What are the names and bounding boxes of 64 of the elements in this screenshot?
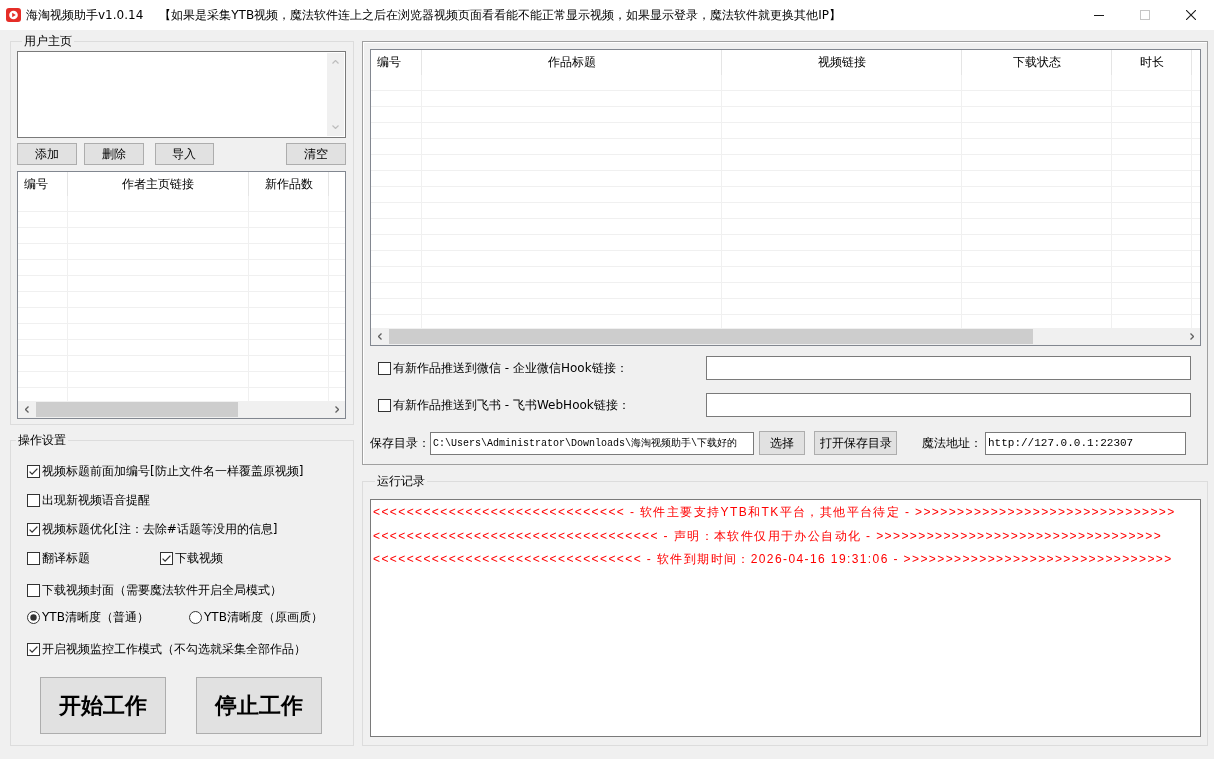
column-header[interactable]: 作品标题 (422, 50, 722, 75)
browse-button[interactable]: 选择 (759, 431, 805, 455)
clear-button[interactable]: 清空 (286, 143, 346, 165)
chevron-left-icon[interactable] (377, 333, 382, 340)
checkbox[interactable] (160, 551, 173, 565)
log-line: <<<<<<<<<<<<<<<<<<<<<<<<<<<<<< - 软件主要支持YTB和TK平台，其他平台待定 - >>>>>>>>>>>>>>>>>>>>>>>>>>>>>>> (373, 504, 1176, 521)
log-line: <<<<<<<<<<<<<<<<<<<<<<<<<<<<<<<< - 软件到期时间：2026-04-16 19:31:06 - >>>>>>>>>>>>>>>>>>>>>>>>>>>>>>>> (373, 551, 1173, 568)
stop-button[interactable]: 停止工作 (196, 677, 322, 734)
field-label: 魔法地址： (922, 434, 982, 452)
minimize-icon[interactable] (1094, 14, 1104, 16)
checkbox-label: 翻译标题 (42, 550, 90, 566)
checkbox[interactable] (27, 464, 40, 478)
close-icon[interactable] (1186, 10, 1196, 20)
title-notice: 【如果是采集YTB视频，魔法软件连上之后在浏览器视频页面看看能不能正常显示视频，如果显示登录，魔法软件就更换其他IP】 (159, 6, 841, 24)
checkbox[interactable] (27, 583, 40, 597)
folder-path-field[interactable]: C:\Users\Administrator\Downloads\海淘视频助手\下载好的 (430, 431, 754, 455)
checkbox-label: 下载视频封面（需要魔法软件开启全局模式） (42, 582, 282, 598)
chevron-right-icon[interactable] (1189, 333, 1194, 340)
delete-button[interactable]: 删除 (83, 143, 144, 165)
horizontal-scrollbar[interactable] (371, 328, 1200, 345)
start-button[interactable]: 开始工作 (40, 677, 166, 734)
radio-button[interactable] (27, 610, 40, 624)
radio-label: YTB清晰度（原画质） (204, 609, 323, 625)
proxy-address-field[interactable]: http://127.0.0.1:22307 (985, 431, 1186, 455)
group-title: 操作设置 (17, 433, 67, 448)
checkbox-label: 视频标题优化[注：去除#话题等没用的信息] (42, 521, 278, 537)
checkbox[interactable] (27, 493, 40, 507)
column-header[interactable]: 编号 (371, 50, 422, 75)
checkbox-label: 出现新视频语音提醒 (42, 492, 150, 508)
checkbox-label: 下载视频 (175, 550, 223, 566)
checkbox-label: 视频标题前面加编号[防止文件名一样覆盖原视频] (42, 463, 304, 479)
column-header[interactable]: 新作品数 (249, 172, 329, 196)
group-title: 用户主页 (23, 34, 73, 49)
import-button[interactable]: 导入 (154, 143, 215, 165)
checkbox[interactable] (378, 361, 391, 375)
column-header[interactable]: 时长 (1112, 50, 1192, 75)
open-folder-button[interactable]: 打开保存目录 (814, 431, 897, 455)
checkbox[interactable] (378, 398, 391, 412)
scrollbar-thumb[interactable] (389, 329, 1033, 344)
checkbox[interactable] (27, 551, 40, 565)
field-label: 保存目录： (370, 434, 430, 452)
column-header[interactable]: 作者主页链接 (68, 172, 249, 196)
checkbox[interactable] (27, 642, 40, 656)
horizontal-scrollbar[interactable] (18, 401, 345, 418)
chevron-right-icon[interactable] (334, 406, 339, 413)
window-title: 海淘视频助手v1.0.14 (26, 6, 144, 24)
scrollbar-thumb[interactable] (36, 402, 239, 417)
radio-button[interactable] (189, 610, 202, 624)
group-title: 运行记录 (376, 474, 426, 489)
webhook-field[interactable] (706, 356, 1191, 380)
log-line: <<<<<<<<<<<<<<<<<<<<<<<<<<<<<<<<<< - 声明：本软件仅用于办公自动化 - >>>>>>>>>>>>>>>>>>>>>>>>>>>>>>>>>> (373, 527, 1163, 545)
column-header[interactable]: 下载状态 (962, 50, 1112, 75)
add-button[interactable]: 添加 (17, 143, 77, 165)
webhook-field[interactable] (706, 393, 1191, 417)
checkbox-label: 开启视频监控工作模式（不勾选就采集全部作品） (42, 641, 306, 657)
checkbox-label: 有新作品推送到微信 - 企业微信Hook链接： (393, 360, 628, 376)
radio-label: YTB清晰度（普通） (42, 609, 149, 625)
column-header[interactable]: 编号 (18, 172, 68, 196)
checkbox-label: 有新作品推送到飞书 - 飞书WebHook链接： (393, 397, 630, 413)
text-area[interactable] (17, 51, 346, 138)
app-icon (6, 8, 21, 22)
checkbox[interactable] (27, 522, 40, 536)
column-header[interactable]: 视频链接 (722, 50, 962, 75)
chevron-left-icon[interactable] (24, 406, 29, 413)
